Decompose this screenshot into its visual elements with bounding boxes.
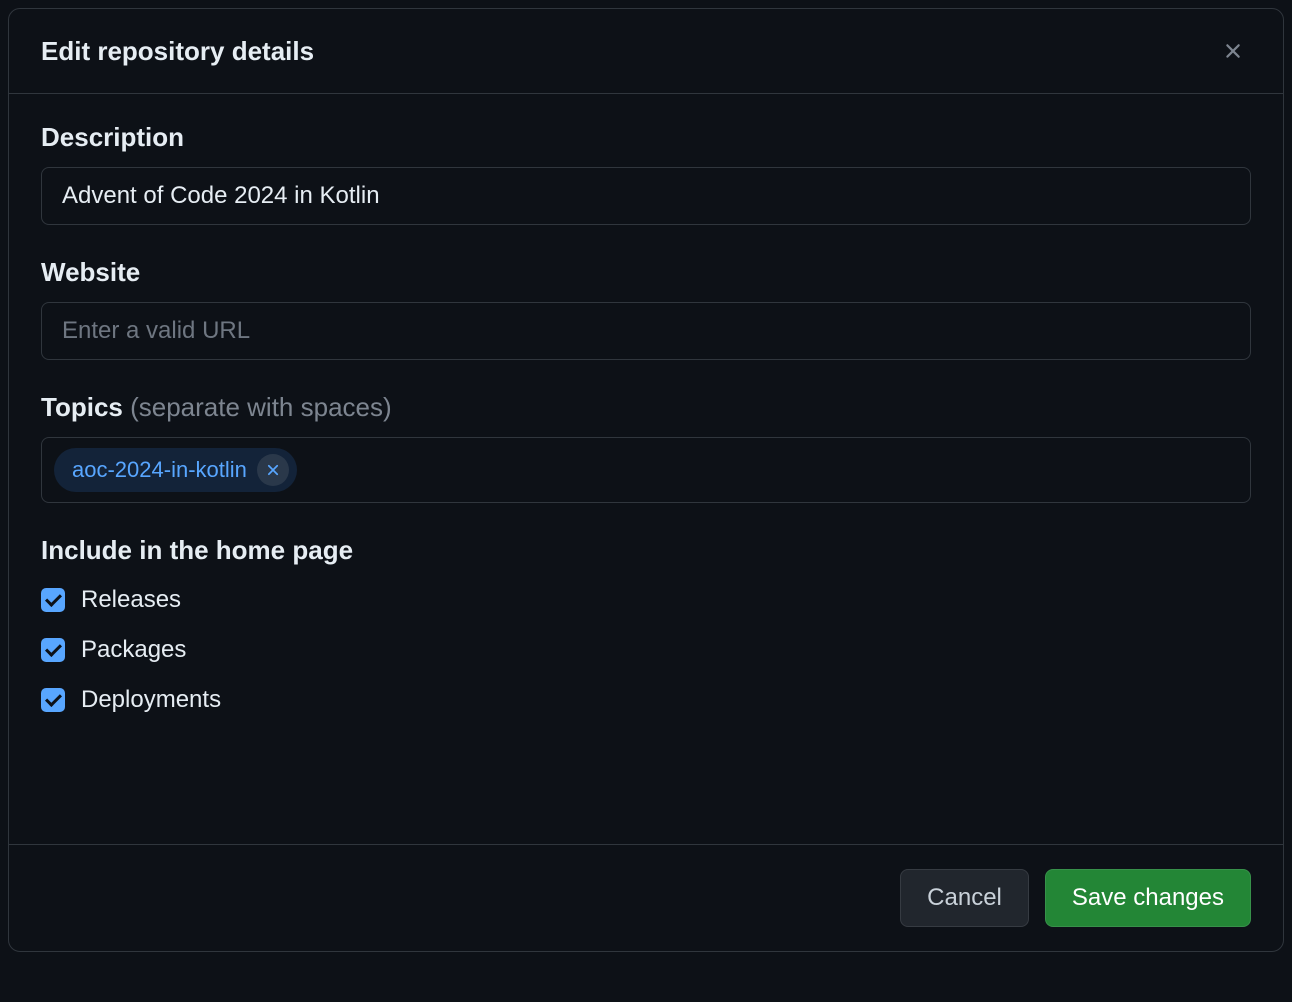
checkbox-packages[interactable] (41, 638, 65, 662)
checkbox-row-packages[interactable]: Packages (41, 636, 1251, 664)
website-group: Website (41, 257, 1251, 360)
checkbox-label-packages: Packages (81, 636, 186, 664)
cancel-button[interactable]: Cancel (900, 869, 1029, 927)
close-button[interactable] (1215, 33, 1251, 69)
checkbox-deployments[interactable] (41, 688, 65, 712)
website-input[interactable] (41, 302, 1251, 360)
topic-tag-label: aoc-2024-in-kotlin (72, 457, 247, 483)
topics-group: Topics (separate with spaces) aoc-2024-i… (41, 392, 1251, 503)
checkbox-row-releases[interactable]: Releases (41, 586, 1251, 614)
close-icon (1221, 39, 1245, 63)
checkbox-label-deployments: Deployments (81, 686, 221, 714)
topics-input-box[interactable]: aoc-2024-in-kotlin (41, 437, 1251, 503)
dialog-title: Edit repository details (41, 36, 314, 67)
edit-repository-dialog: Edit repository details Description Webs… (8, 8, 1284, 952)
checkbox-row-deployments[interactable]: Deployments (41, 686, 1251, 714)
checkbox-label-releases: Releases (81, 586, 181, 614)
topic-tag: aoc-2024-in-kotlin (54, 448, 297, 492)
dialog-header: Edit repository details (9, 9, 1283, 94)
close-icon (264, 461, 282, 479)
save-changes-button[interactable]: Save changes (1045, 869, 1251, 927)
description-label: Description (41, 122, 1251, 153)
description-input[interactable] (41, 167, 1251, 225)
topic-remove-button[interactable] (257, 454, 289, 486)
include-heading: Include in the home page (41, 535, 1251, 566)
checkbox-list: Releases Packages Deployments (41, 586, 1251, 714)
dialog-footer: Cancel Save changes (9, 844, 1283, 951)
topics-label-text: Topics (41, 392, 123, 422)
topics-label: Topics (separate with spaces) (41, 392, 1251, 423)
checkbox-releases[interactable] (41, 588, 65, 612)
description-group: Description (41, 122, 1251, 225)
topics-hint: (separate with spaces) (130, 392, 392, 422)
dialog-body: Description Website Topics (separate wit… (9, 94, 1283, 844)
website-label: Website (41, 257, 1251, 288)
include-group: Include in the home page Releases Packag… (41, 535, 1251, 714)
